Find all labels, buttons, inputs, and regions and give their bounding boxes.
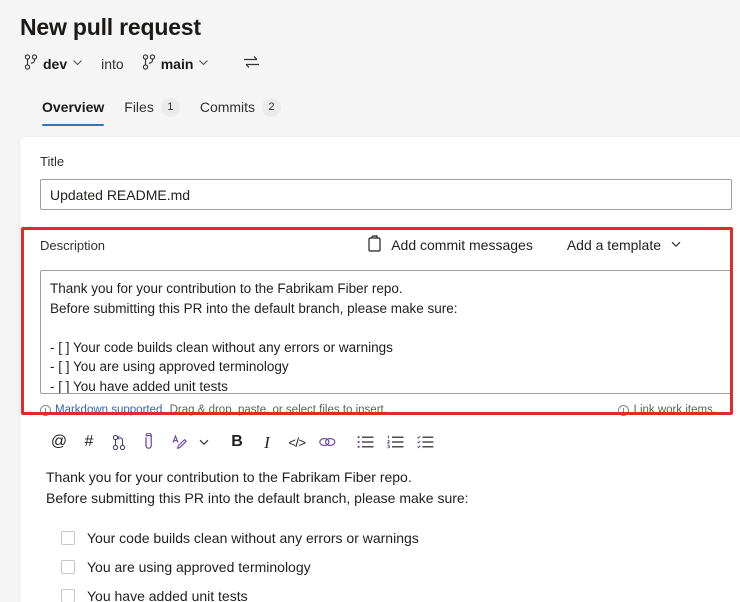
markdown-toolbar: @ # B I </> [40,425,720,459]
title-input[interactable] [40,179,732,210]
preview-line: Thank you for your contribution to the F… [46,469,412,485]
italic-glyph: I [264,432,270,452]
link-work-items-action[interactable]: Link work items. [617,404,720,416]
description-header: Description Add commit messages Add a te… [40,230,720,260]
tab-overview[interactable]: Overview [32,88,114,126]
chevron-down-icon [198,55,209,73]
target-branch-selector[interactable]: main [138,52,214,77]
add-template-label: Add a template [566,237,661,253]
attach-file-icon[interactable] [134,427,164,457]
mention-icon[interactable]: @ [44,427,74,457]
markdown-supported-link[interactable]: Markdown supported. [55,404,166,416]
tab-commits-label: Commits [199,99,256,115]
italic-icon[interactable]: I [252,427,282,457]
chevron-down-icon [670,237,682,253]
branch-reference-icon[interactable] [104,427,134,457]
markdown-helper: Markdown supported. Drag & drop, paste, … [40,404,387,416]
tab-bar: Overview Files 1 Commits 2 [20,86,740,126]
pull-request-form-card: Title Description Add commit messag [20,137,740,602]
markdown-helper-text: Drag & drop, paste, or select files to i… [169,404,387,416]
source-branch-label: dev [43,56,68,72]
list-item-label: You are using approved terminology [87,558,311,575]
numbered-list-icon[interactable] [380,427,410,457]
hashtag-icon[interactable]: # [74,427,104,457]
tab-files-badge: 1 [160,97,180,117]
code-icon[interactable]: </> [282,427,312,457]
tab-commits[interactable]: Commits 2 [190,88,291,126]
page-header: New pull request dev into main Overview … [0,0,740,126]
description-actions: Add commit messages Add a template [363,232,720,258]
target-branch-label: main [160,56,194,72]
description-textarea[interactable]: Thank you for your contribution to the F… [40,270,732,394]
hashtag-glyph: # [84,433,94,450]
clipboard-icon [367,235,382,255]
task-list-icon[interactable] [410,427,440,457]
tab-files[interactable]: Files 1 [114,88,190,126]
description-preview: Thank you for your contribution to the F… [40,467,720,602]
highlight-pen-icon[interactable] [164,427,194,457]
into-label: into [101,56,124,72]
page-title: New pull request [20,14,201,40]
checkbox-icon[interactable] [61,530,75,545]
new-pull-request-page: New pull request dev into main Overview … [0,0,740,602]
preview-checklist: Your code builds clean without any error… [46,523,720,602]
list-item-label: You have added unit tests [87,587,248,602]
title-field-label: Title [40,154,65,169]
bold-icon[interactable]: B [222,427,252,457]
branch-icon [142,53,156,75]
checkbox-icon[interactable] [61,559,75,574]
checkbox-icon[interactable] [61,588,75,602]
mention-glyph: @ [50,433,68,450]
list-item: You have added unit tests [46,581,720,602]
info-circle-icon [40,404,51,416]
swap-branches-button[interactable] [239,52,263,76]
link-icon[interactable] [312,427,342,457]
bulleted-list-icon[interactable] [350,427,380,457]
code-glyph: </> [288,434,306,450]
preview-line: Before submitting this PR into the defau… [46,490,469,506]
link-work-items-label: Link work items. [633,404,716,416]
add-commit-messages-label: Add commit messages [391,237,533,253]
highlight-chevron-icon[interactable] [194,427,214,457]
chevron-down-icon [72,55,83,73]
bold-glyph: B [231,433,243,450]
list-item: You are using approved terminology [46,552,720,581]
tab-overview-label: Overview [42,99,105,115]
source-branch-selector[interactable]: dev [20,52,87,77]
description-section: Description Add commit messages Add a te… [40,230,732,394]
description-field-label: Description [40,237,106,253]
info-circle-icon [617,404,629,416]
list-item: Your code builds clean without any error… [46,523,720,552]
list-item-label: Your code builds clean without any error… [87,529,419,546]
tab-files-label: Files [124,99,154,115]
add-commit-messages-button[interactable]: Add commit messages [363,232,537,258]
swap-branches-icon [243,55,260,74]
branch-selector-row: dev into main [20,48,740,80]
tab-commits-badge: 2 [262,97,282,117]
editor-helper-row: Markdown supported. Drag & drop, paste, … [40,399,720,421]
add-template-dropdown[interactable]: Add a template [563,234,686,256]
branch-icon [24,53,38,75]
